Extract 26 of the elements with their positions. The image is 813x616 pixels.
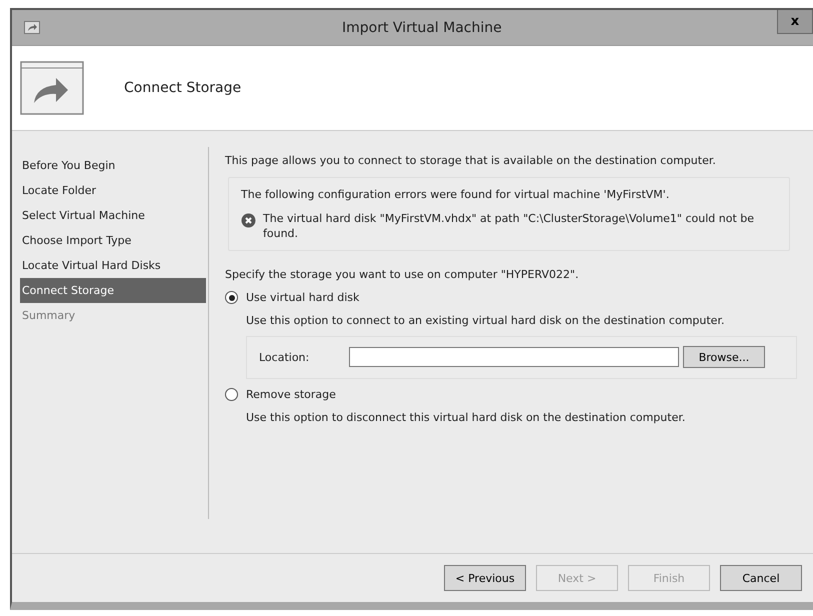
option-description: Use this option to connect to an existing virtual hard disk on the destination computer. (246, 313, 726, 328)
location-field[interactable] (349, 347, 679, 367)
error-icon (241, 213, 256, 228)
option-description: Use this option to disconnect this virtual hard disk on the destination computer. (246, 410, 686, 425)
wizard-step[interactable]: Select Virtual Machine (20, 203, 206, 228)
option-label: Remove storage (246, 387, 336, 402)
location-label: Location: (259, 350, 310, 364)
option-label: Use virtual hard disk (246, 290, 360, 305)
wizard-step[interactable]: Locate Virtual Hard Disks (20, 253, 206, 278)
storage-prompt: Specify the storage you want to use on computer "HYPERV022". (225, 267, 580, 282)
radio-button[interactable] (225, 388, 238, 401)
wizard-step[interactable]: Before You Begin (20, 153, 206, 178)
page-title: Connect Storage (124, 80, 242, 96)
wizard-button[interactable]: < Previous (444, 565, 526, 591)
app-icon (24, 21, 40, 34)
wizard-button[interactable]: Cancel (720, 565, 802, 591)
close-button[interactable]: x (777, 10, 813, 34)
intro-text: This page allows you to connect to storage that is available on the destination computer. (225, 153, 717, 168)
wizard-step[interactable]: Choose Import Type (20, 228, 206, 253)
error-message: The virtual hard disk "MyFirstVM.vhdx" at path "C:\ClusterStorage\Volume1" could not be found. (263, 211, 756, 241)
radio-button[interactable] (225, 291, 238, 304)
window-title: Import Virtual Machine (342, 20, 502, 36)
browse-button[interactable]: Browse... (683, 346, 765, 368)
wizard-step[interactable]: Locate Folder (20, 178, 206, 203)
error-heading: The following configuration errors were found for virtual machine 'MyFirstVM'. (241, 187, 670, 202)
wizard-step[interactable]: Connect Storage (20, 278, 206, 303)
